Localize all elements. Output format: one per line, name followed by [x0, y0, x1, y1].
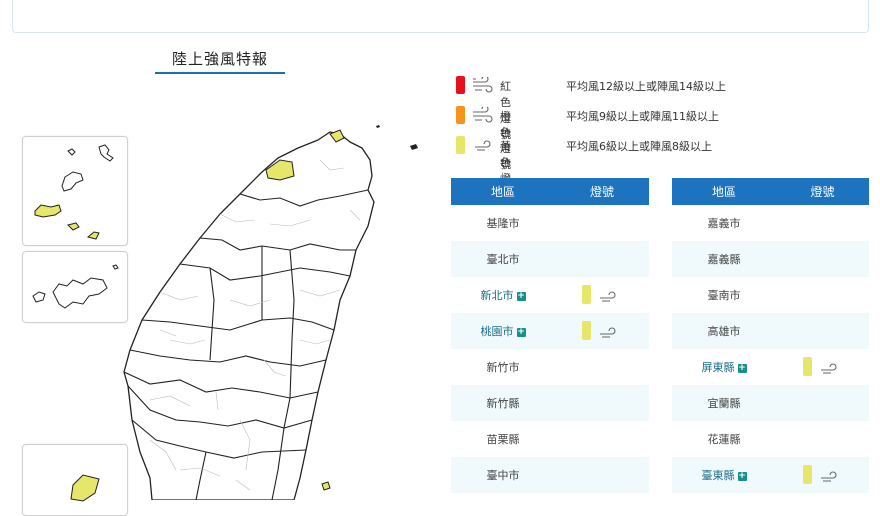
region-name: 新竹市 [486, 361, 520, 374]
signal-cell [555, 457, 649, 493]
yellow-signal [582, 321, 622, 341]
table-row: 臺東縣 + [672, 457, 869, 493]
region-name: 嘉義縣 [672, 241, 776, 277]
table-row: 嘉義市 [672, 205, 869, 241]
region-name: 基隆市 [486, 217, 520, 230]
taiwan-island-outline [123, 131, 375, 500]
region-link-taitung[interactable]: 臺東縣 [702, 469, 735, 482]
yellow-signal [802, 465, 843, 485]
region-table-left: 地區 燈號 基隆市 臺北市 新北市 + 桃園市 + 新竹市 新竹縣 苗栗縣 臺中市 [451, 178, 649, 493]
signal-cell [555, 385, 649, 421]
region-highlight-liuqiu [321, 481, 331, 491]
yellow-signal [582, 285, 622, 305]
legend-swatch-orange [456, 106, 465, 124]
region-name: 臺北市 [451, 241, 555, 277]
legend-swatch-yellow [456, 136, 465, 154]
table-row: 嘉義縣 [672, 241, 869, 277]
signal-cell [776, 385, 869, 421]
wind-icon [600, 327, 616, 338]
strong-wind-icon [473, 77, 493, 93]
region-name: 嘉義市 [707, 217, 741, 230]
table-row: 基隆市 [451, 205, 649, 241]
signal-cell [555, 205, 649, 241]
signal-cell [776, 277, 869, 313]
region-name: 新竹縣 [451, 385, 555, 421]
table-row: 桃園市 + [451, 313, 649, 349]
region-link-taoyuan[interactable]: 桃園市 [481, 325, 514, 338]
expand-plus-icon[interactable]: + [516, 291, 526, 301]
column-header-signal: 燈號 [555, 178, 649, 205]
signal-cell [776, 457, 869, 493]
expand-plus-icon[interactable]: + [737, 363, 747, 373]
table-row: 臺南市 [672, 277, 869, 313]
expand-plus-icon[interactable]: + [516, 327, 526, 337]
region-link-pingtung[interactable]: 屏東縣 [702, 361, 735, 374]
wind-icon [600, 291, 616, 302]
region-table-right: 地區 燈號 嘉義市 嘉義縣 臺南市 高雄市 屏東縣 + 宜蘭縣 花蓮縣 臺東縣 + [672, 178, 869, 493]
column-header-region: 地區 [451, 178, 555, 205]
signal-cell [776, 241, 869, 277]
table-row: 花蓮縣 [672, 421, 869, 457]
signal-cell [555, 277, 649, 313]
legend-desc-yellow: 平均風6級以上或陣風8級以上 [566, 140, 712, 153]
yellow-signal [802, 357, 843, 377]
table-row: 新竹市 [451, 349, 649, 385]
signal-cell [555, 349, 649, 385]
table-row: 苗栗縣 [451, 421, 649, 457]
wind-icon [820, 363, 837, 374]
wind-icon [475, 140, 491, 151]
taiwan-map[interactable] [0, 0, 450, 500]
table-row: 新北市 + [451, 277, 649, 313]
strong-wind-icon [473, 107, 493, 123]
region-name: 臺南市 [707, 289, 741, 302]
signal-cell [776, 205, 869, 241]
signal-cell [555, 241, 649, 277]
signal-cell [555, 421, 649, 457]
signal-cell [776, 313, 869, 349]
region-name: 花蓮縣 [707, 433, 741, 446]
legend-desc-red: 平均風12級以上或陣風14級以上 [566, 80, 726, 93]
region-highlight-taoyuan [265, 159, 295, 181]
column-header-region: 地區 [672, 178, 776, 205]
islet-north [376, 125, 380, 128]
region-name: 高雄市 [672, 313, 776, 349]
region-link-xinbei[interactable]: 新北市 [481, 289, 514, 302]
table-row: 屏東縣 + [672, 349, 869, 385]
region-name: 苗栗縣 [486, 433, 520, 446]
table-row: 高雄市 [672, 313, 869, 349]
islet-east [410, 144, 418, 150]
legend-desc-orange: 平均風9級以上或陣風11級以上 [566, 110, 719, 123]
table-row: 臺中市 [451, 457, 649, 493]
table-row: 宜蘭縣 [672, 385, 869, 421]
table-row: 新竹縣 [451, 385, 649, 421]
expand-plus-icon[interactable]: + [737, 471, 747, 481]
signal-cell [776, 349, 869, 385]
legend-swatch-red [456, 76, 465, 94]
table-row: 臺北市 [451, 241, 649, 277]
wind-icon [820, 471, 837, 482]
region-name: 宜蘭縣 [672, 385, 776, 421]
column-header-signal: 燈號 [776, 178, 869, 205]
signal-cell [555, 313, 649, 349]
region-name: 臺中市 [451, 457, 555, 493]
signal-cell [776, 421, 869, 457]
